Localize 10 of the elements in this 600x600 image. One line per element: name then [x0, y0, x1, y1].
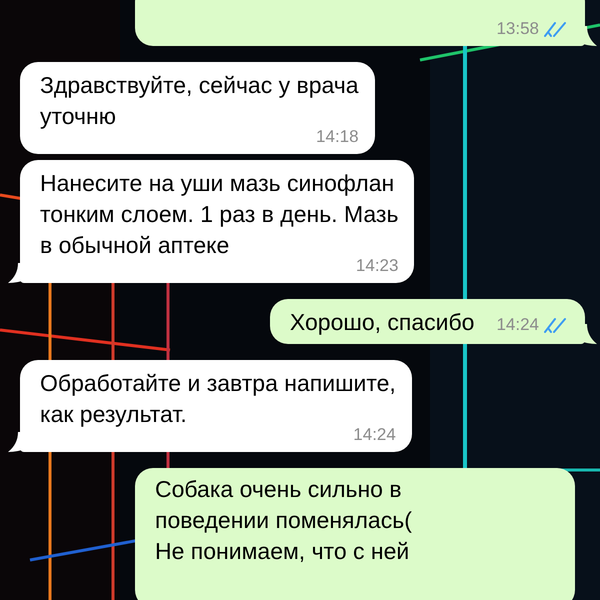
- message-time: 13:58: [496, 19, 539, 39]
- message-time: 14:18: [316, 127, 359, 147]
- message-time: 14:23: [356, 256, 398, 276]
- message-text: Обработайте и завтра напишите, как результат.: [40, 369, 396, 428]
- message-time: 14:24: [353, 425, 396, 445]
- message-text: Нанесите на уши мазь синофлан тонким слоем. 1 раз в день. Мазь в обычной аптеке: [40, 169, 398, 259]
- message-text: Собака очень сильно в поведении поменялась( Не понимаем, что с ней: [155, 475, 413, 566]
- message-time: 14:24: [496, 315, 539, 335]
- message-text: Хорошо, спасибо: [290, 308, 474, 337]
- message-text: Здравствуйте, сейчас у врача уточню: [40, 71, 359, 130]
